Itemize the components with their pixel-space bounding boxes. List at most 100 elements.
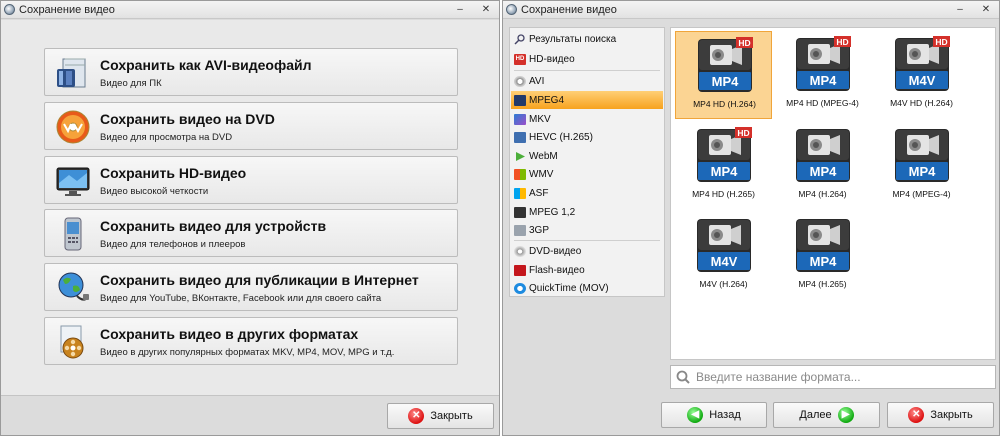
sidebar-item-label: HEVC (H.265): [529, 131, 593, 143]
sidebar-item-label: AVI: [529, 75, 545, 87]
close-button[interactable]: ✕ Закрыть: [387, 403, 494, 429]
sidebar-item-mkv[interactable]: MKV: [511, 110, 663, 128]
option-subtitle: Видео для YouTube, ВКонтакте, Facebook и…: [100, 293, 382, 304]
video-camera-icon: MP4 HD: [698, 37, 753, 92]
option-save-avi[interactable]: Сохранить как AVI-видеофайл Видео для ПК: [44, 48, 458, 96]
format-badge: M4V: [909, 73, 936, 88]
sidebar-item-hevc[interactable]: HEVC (H.265): [511, 128, 663, 146]
format-tile[interactable]: M4V M4V (H.264): [675, 212, 772, 300]
option-subtitle: Видео в других популярных форматах MKV, …: [100, 347, 395, 358]
hd-badge: HD: [737, 128, 749, 138]
dvd-icon: [514, 245, 526, 257]
sidebar-item-quicktime[interactable]: QuickTime (MOV): [511, 279, 663, 297]
hd-badge: HD: [836, 37, 848, 47]
search-results-icon: [514, 33, 525, 45]
sidebar-item-dvd[interactable]: DVD-видео: [511, 242, 663, 260]
close-button-label: Закрыть: [430, 410, 473, 422]
mkv-icon: [514, 113, 526, 125]
bottom-bar: ◀ Назад Далее ▶ ✕ Закрыть: [503, 397, 999, 435]
titlebar: Сохранение видео – ✕: [503, 1, 999, 19]
sidebar-item-label: WMV: [529, 168, 554, 180]
format-label: MP4 HD (MPEG-4): [786, 98, 859, 108]
arrow-left-icon: ◀: [687, 407, 704, 423]
format-tile[interactable]: MP4 MP4 (H.264): [774, 122, 871, 210]
sidebar-item-label: Flash-видео: [529, 264, 585, 276]
format-label: MP4 HD (H.265): [692, 189, 755, 199]
format-badge: MP4: [909, 164, 937, 179]
sidebar-item-webm[interactable]: WebM: [511, 147, 663, 165]
minimize-button[interactable]: –: [951, 3, 969, 16]
option-title: Сохранить как AVI-видеофайл: [100, 57, 312, 73]
sidebar-item-hd-video[interactable]: HD HD-видео: [511, 50, 663, 68]
sidebar-item-3gp[interactable]: 3GP: [511, 221, 663, 239]
video-camera-icon: MP4: [796, 129, 850, 182]
titlebar: Сохранение видео – ✕: [1, 1, 499, 19]
flash-icon: [514, 264, 526, 276]
format-tile[interactable]: MP4 HD MP4 HD (MPEG-4): [774, 31, 871, 119]
option-title: Сохранить HD-видео: [100, 165, 247, 181]
format-search[interactable]: Введите название формата...: [670, 365, 996, 389]
bottom-bar: ✕ Закрыть: [1, 395, 499, 435]
video-camera-icon: MP4 HD: [697, 127, 752, 182]
sidebar-item-label: MPEG4: [529, 94, 565, 106]
format-badge: MP4: [810, 164, 838, 179]
sidebar-item-label: QuickTime (MOV): [529, 282, 609, 294]
close-icon: ✕: [908, 407, 925, 423]
sidebar-item-mpeg12[interactable]: MPEG 1,2: [511, 203, 663, 221]
hevc-icon: [514, 131, 526, 143]
option-title: Сохранить видео для устройств: [100, 218, 327, 234]
film-reel-icon: [60, 325, 84, 359]
arrow-right-icon: ▶: [837, 407, 854, 423]
sidebar-item-flash[interactable]: Flash-видео: [511, 261, 663, 279]
sidebar-item-search-results[interactable]: Результаты поиска: [511, 30, 663, 48]
avi-file-icon: [57, 58, 86, 88]
window-title: Сохранение видео: [521, 3, 617, 16]
phone-icon: [64, 217, 82, 251]
app-icon: [506, 4, 517, 15]
save-video-window-main: Сохранение видео – ✕ Сохранить как AVI-в…: [0, 0, 500, 436]
3gp-icon: [514, 224, 526, 236]
format-grid: MP4 HD MP4 HD (H.264) MP4 HD MP4 HD (MPEG-4) M…: [670, 27, 996, 360]
option-save-devices[interactable]: Сохранить видео для устройств Видео для …: [44, 209, 458, 257]
close-window-button[interactable]: ✕: [977, 3, 995, 16]
mpeg4-icon: [514, 94, 526, 106]
sidebar-item-label: MPEG 1,2: [529, 206, 576, 218]
option-subtitle: Видео для телефонов и плееров: [100, 239, 246, 250]
video-camera-icon: M4V: [697, 219, 751, 272]
format-tile[interactable]: MP4 HD MP4 HD (H.265): [675, 122, 772, 210]
search-input[interactable]: Введите название формата...: [696, 370, 861, 384]
sidebar-item-label: DVD-видео: [529, 245, 582, 257]
sidebar-item-label: 3GP: [529, 224, 550, 236]
format-tile[interactable]: M4V HD M4V HD (H.264): [873, 31, 970, 119]
sidebar-item-mpeg4[interactable]: MPEG4: [511, 91, 663, 109]
format-label: MP4 (H.265): [798, 279, 847, 289]
sidebar-item-label: MKV: [529, 113, 551, 125]
format-badge: MP4: [712, 74, 740, 89]
minimize-button[interactable]: –: [451, 3, 469, 16]
dvd-disc-icon: [56, 110, 90, 144]
option-save-other[interactable]: Сохранить видео в других форматах Видео …: [44, 317, 458, 365]
app-icon: [4, 4, 15, 15]
sidebar-item-asf[interactable]: ASF: [511, 184, 663, 202]
sidebar-item-wmv[interactable]: WMV: [511, 165, 663, 183]
option-save-dvd[interactable]: Сохранить видео на DVD Видео для просмот…: [44, 102, 458, 150]
close-window-button[interactable]: ✕: [477, 3, 495, 16]
format-badge: MP4: [810, 254, 838, 269]
sidebar-item-avi[interactable]: AVI: [511, 72, 663, 90]
next-button[interactable]: Далее ▶: [773, 402, 880, 428]
option-subtitle: Видео высокой четкости: [100, 186, 209, 197]
format-tile[interactable]: MP4 HD MP4 HD (H.264): [675, 31, 772, 119]
format-badge: MP4: [810, 73, 838, 88]
video-camera-icon: M4V HD: [895, 36, 950, 91]
option-save-hd[interactable]: Сохранить HD-видео Видео высокой четкост…: [44, 156, 458, 204]
format-tile[interactable]: MP4 MP4 (H.265): [774, 212, 871, 300]
close-button[interactable]: ✕ Закрыть: [887, 402, 994, 428]
format-tile[interactable]: MP4 MP4 (MPEG-4): [873, 122, 970, 210]
avi-icon: [514, 75, 526, 87]
back-button[interactable]: ◀ Назад: [661, 402, 767, 428]
hd-icon: HD: [514, 53, 526, 65]
sidebar-item-label: WebM: [529, 150, 558, 162]
format-badge: M4V: [711, 254, 738, 269]
format-label: M4V (H.264): [699, 279, 748, 289]
option-save-internet[interactable]: Сохранить видео для публикации в Интерне…: [44, 263, 458, 311]
